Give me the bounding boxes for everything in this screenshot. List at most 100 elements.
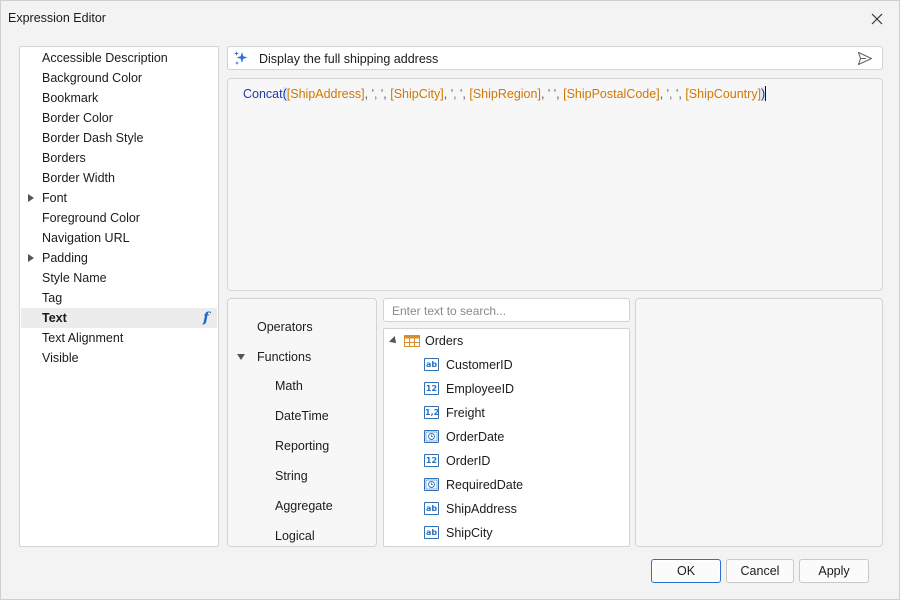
property-item[interactable]: Text Alignment <box>21 328 217 348</box>
property-item[interactable]: Tag <box>21 288 217 308</box>
integer-field-icon: 12 <box>424 454 439 467</box>
expand-arrow-icon[interactable] <box>28 194 34 202</box>
category-functions[interactable]: Functions <box>257 350 311 364</box>
title-bar: Expression Editor <box>1 1 899 37</box>
string-field-icon: ab <box>424 358 439 371</box>
expression-token: ', ' <box>371 87 384 101</box>
property-label: Font <box>42 191 68 205</box>
cancel-button[interactable]: Cancel <box>726 559 794 583</box>
fields-tree: Orders ab CustomerID 12 EmployeeID 1,2 Freigh… <box>383 328 630 547</box>
expression-token: [ShipPostalCode] <box>563 87 660 101</box>
ai-prompt-text: Display the full shipping address <box>259 52 439 66</box>
field-item[interactable]: 12 OrderID <box>424 451 624 471</box>
property-item[interactable]: Accessible Description <box>21 48 217 68</box>
property-label: Tag <box>42 291 63 305</box>
function-group[interactable]: Aggregate <box>275 499 333 513</box>
text-caret <box>765 86 767 101</box>
property-label: Navigation URL <box>42 231 130 245</box>
expand-arrow-icon[interactable] <box>389 336 399 346</box>
field-label: OrderDate <box>446 430 505 444</box>
field-item[interactable]: 12 EmployeeID <box>424 379 624 399</box>
expression-input[interactable]: Concat([ShipAddress], ', ', [ShipCity], … <box>227 78 883 291</box>
expression-editor-dialog: Expression Editor Accessible Description… <box>0 0 900 600</box>
property-label: Foreground Color <box>42 211 140 225</box>
field-label: ShipAddress <box>446 502 517 516</box>
send-icon[interactable] <box>857 51 873 66</box>
property-label: Border Color <box>42 111 113 125</box>
property-label: Border Width <box>42 171 115 185</box>
field-item[interactable]: 1,2 Freight <box>424 403 624 423</box>
property-item[interactable]: Navigation URL <box>21 228 217 248</box>
field-label: OrderID <box>446 454 491 468</box>
category-panel: Operators Functions Math DateTime Reportin… <box>227 298 377 547</box>
property-item[interactable]: Bookmark <box>21 88 217 108</box>
property-label: Style Name <box>42 271 107 285</box>
field-item[interactable]: RequiredDate <box>424 475 624 495</box>
function-group[interactable]: DateTime <box>275 409 329 423</box>
property-item[interactable]: Background Color <box>21 68 217 88</box>
property-label: Border Dash Style <box>42 131 144 145</box>
expression-token: [ShipRegion] <box>469 87 541 101</box>
field-label: RequiredDate <box>446 478 524 492</box>
field-item[interactable]: OrderDate <box>424 427 624 447</box>
property-item[interactable]: Borders <box>21 148 217 168</box>
field-item[interactable]: ab ShipAddress <box>424 499 624 519</box>
expression-token: [ShipAddress] <box>286 87 365 101</box>
property-item[interactable]: Text f <box>21 308 217 328</box>
expression-token: ', ' <box>450 87 463 101</box>
expression-token: , <box>364 87 372 101</box>
expression-token: , <box>540 87 548 101</box>
date-field-icon <box>424 478 439 491</box>
property-label: Visible <box>42 351 79 365</box>
property-label: Accessible Description <box>42 51 168 65</box>
search-placeholder: Enter text to search... <box>392 304 507 318</box>
property-item[interactable]: Style Name <box>21 268 217 288</box>
field-label: ShipCity <box>446 526 493 540</box>
function-group[interactable]: Math <box>275 379 303 393</box>
property-label: Text Alignment <box>42 331 124 345</box>
property-item[interactable]: Border Color <box>21 108 217 128</box>
ok-button[interactable]: OK <box>651 559 721 583</box>
field-item[interactable]: ab ShipCity <box>424 523 624 543</box>
function-group[interactable]: Logical <box>275 529 315 543</box>
field-item[interactable]: ab CustomerID <box>424 355 624 375</box>
window-title: Expression Editor <box>8 11 106 25</box>
function-group[interactable]: Reporting <box>275 439 329 453</box>
search-input[interactable]: Enter text to search... <box>383 298 630 322</box>
expression-token: , <box>443 87 451 101</box>
apply-button[interactable]: Apply <box>799 559 869 583</box>
expression-token: [ShipCity] <box>390 87 444 101</box>
table-icon <box>404 335 420 347</box>
property-item[interactable]: Visible <box>21 348 217 368</box>
field-label: CustomerID <box>446 358 513 372</box>
ai-prompt-bar[interactable]: Display the full shipping address <box>227 46 883 70</box>
expression-token: ', ' <box>666 87 679 101</box>
property-label: Bookmark <box>42 91 99 105</box>
expression-token: , <box>659 87 667 101</box>
property-label: Text <box>42 311 67 325</box>
property-item[interactable]: Padding <box>21 248 217 268</box>
close-button[interactable] <box>865 8 889 30</box>
property-item[interactable]: Border Dash Style <box>21 128 217 148</box>
integer-field-icon: 12 <box>424 382 439 395</box>
string-field-icon: ab <box>424 526 439 539</box>
function-group[interactable]: String <box>275 469 308 483</box>
string-field-icon: ab <box>424 502 439 515</box>
date-field-icon <box>424 430 439 443</box>
property-label: Padding <box>42 251 88 265</box>
collapse-arrow-icon[interactable] <box>237 354 245 360</box>
property-item[interactable]: Border Width <box>21 168 217 188</box>
decimal-field-icon: 1,2 <box>424 406 440 419</box>
function-icon[interactable]: f <box>203 310 209 326</box>
description-panel <box>635 298 883 547</box>
tree-root-orders[interactable]: Orders <box>425 334 463 348</box>
property-item[interactable]: Foreground Color <box>21 208 217 228</box>
property-label: Borders <box>42 151 86 165</box>
field-label: Freight <box>446 406 485 420</box>
property-label: Background Color <box>42 71 143 85</box>
expand-arrow-icon[interactable] <box>28 254 34 262</box>
expression-token: [ShipCountry] <box>685 87 762 101</box>
category-operators[interactable]: Operators <box>257 320 313 334</box>
property-item[interactable]: Font <box>21 188 217 208</box>
ai-sparkle-icon <box>234 51 248 65</box>
